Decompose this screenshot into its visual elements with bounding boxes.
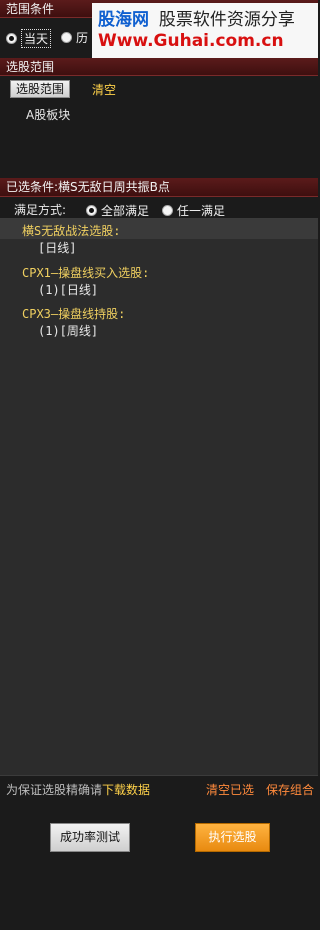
- selected-conditions-header: 已选条件:横S无敌日周共振B点: [0, 178, 318, 197]
- condition-item-title[interactable]: CPX3—操盘线持股:: [22, 305, 125, 322]
- clear-range-link[interactable]: 清空: [92, 81, 116, 98]
- condition-item-title[interactable]: 横S无敌战法选股:: [22, 222, 120, 239]
- save-combo-link[interactable]: 保存组合: [266, 781, 314, 798]
- download-hint-text: 为保证选股精确请: [6, 783, 103, 797]
- condition-item-period: [日线]: [38, 241, 77, 255]
- radio-match-any-indicator[interactable]: [162, 205, 173, 216]
- radio-match-all[interactable]: 全部满足: [86, 202, 149, 219]
- radio-match-any[interactable]: 任一满足: [162, 202, 225, 219]
- radio-current-day-indicator[interactable]: [6, 33, 17, 44]
- watermark-brand: 股海网: [98, 10, 149, 30]
- watermark-url: Www.Guhai.com.cn: [98, 31, 284, 51]
- radio-history-label[interactable]: 历: [76, 29, 88, 46]
- clear-selected-link[interactable]: 清空已选: [206, 781, 254, 798]
- radio-history-indicator[interactable]: [61, 32, 72, 43]
- conditions-list[interactable]: 横S无敌战法选股: [日线] CPX1—操盘线买入选股: (1)[日线] CPX…: [0, 218, 318, 776]
- radio-history[interactable]: 历: [61, 29, 88, 46]
- condition-item-period: (1)[日线]: [38, 283, 99, 297]
- radio-current-day-label[interactable]: 当天: [21, 29, 52, 48]
- radio-match-all-label[interactable]: 全部满足: [101, 202, 149, 219]
- selected-conditions-title: 已选条件:横S无敌日周共振B点: [6, 180, 170, 194]
- match-mode-label: 满足方式:: [14, 203, 67, 217]
- select-range-button[interactable]: 选股范围: [10, 80, 70, 98]
- download-data-link[interactable]: 下载数据: [102, 783, 150, 797]
- execute-selection-button[interactable]: 执行选股: [195, 823, 270, 852]
- range-item-a-share-sector: A股板块: [26, 108, 71, 122]
- range-conditions-title: 范围条件: [6, 2, 55, 16]
- stock-range-header: 选股范围: [0, 58, 318, 76]
- condition-item-period: (1)[周线]: [38, 324, 99, 338]
- download-hint: 为保证选股精确请下载数据: [6, 781, 150, 798]
- watermark-line-1: 股海网 股票软件资源分享: [98, 5, 295, 30]
- watermark-tagline: 股票软件资源分享: [158, 10, 295, 30]
- success-rate-test-button[interactable]: 成功率测试: [50, 823, 130, 852]
- radio-match-all-indicator[interactable]: [86, 205, 97, 216]
- watermark-logo: 股海网 股票软件资源分享 Www.Guhai.com.cn: [92, 3, 318, 59]
- condition-item-title[interactable]: CPX1—操盘线买入选股:: [22, 264, 149, 281]
- radio-current-day[interactable]: 当天: [6, 29, 52, 48]
- stock-range-title: 选股范围: [6, 60, 55, 74]
- radio-match-any-label[interactable]: 任一满足: [177, 202, 225, 219]
